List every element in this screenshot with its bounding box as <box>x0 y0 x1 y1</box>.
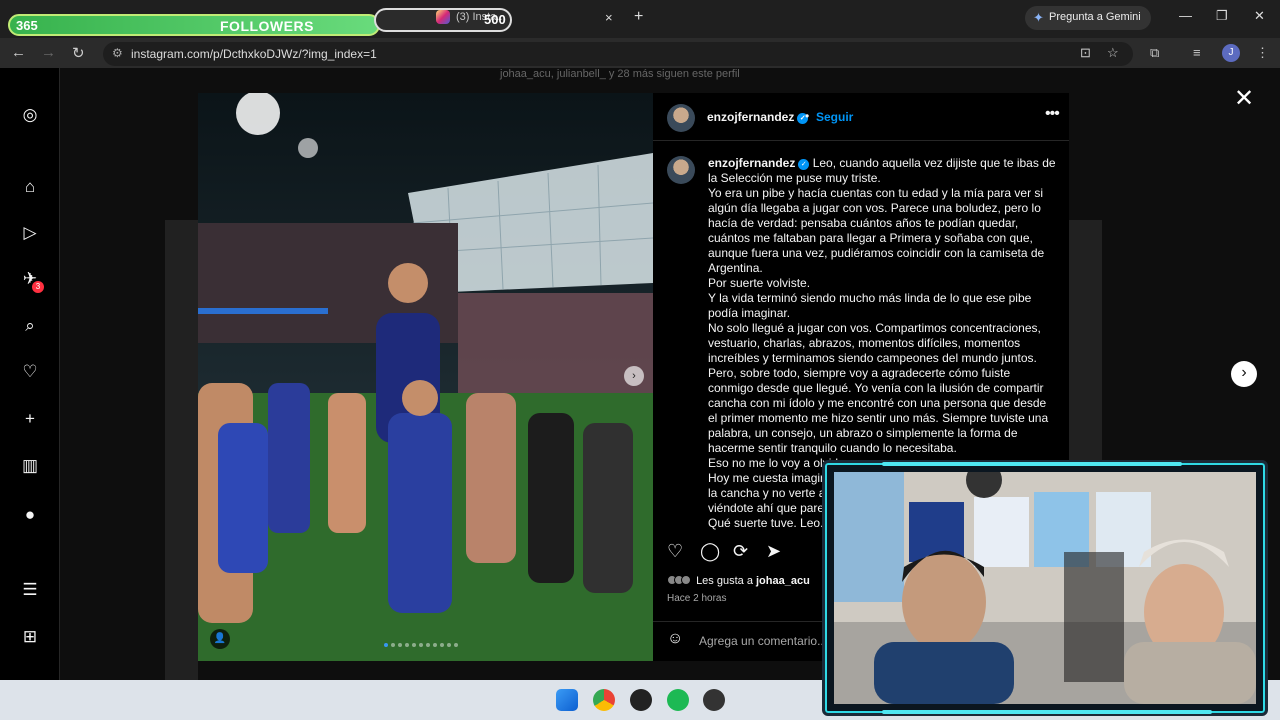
gemini-button[interactable]: ✦ Pregunta a Gemini <box>1025 6 1151 30</box>
tagged-users-icon[interactable]: 👤 <box>210 629 230 649</box>
obs-taskbar-icon[interactable] <box>630 689 652 711</box>
post-header: enzojfernandez ✓ • Seguir ••• <box>653 93 1069 141</box>
followers-count: 365 <box>16 18 38 33</box>
post-timestamp: Hace 2 horas <box>667 593 727 604</box>
reload-icon[interactable]: ↻ <box>72 44 85 62</box>
messages-badge: 3 <box>32 281 44 293</box>
likes-prefix: Les gusta a <box>696 575 756 587</box>
url-text: instagram.com/p/DcthxkoDJWz/?img_index=1 <box>131 47 377 61</box>
repost-icon[interactable]: ⟳ <box>733 541 748 562</box>
caption-avatar[interactable] <box>667 156 695 184</box>
bookmark-star-icon[interactable]: ☆ <box>1107 45 1119 61</box>
carousel-dots <box>384 643 458 649</box>
address-bar-row: ← → ↻ ⚙ instagram.com/p/DcthxkoDJWz/?img… <box>0 38 1280 68</box>
carousel-dot <box>454 643 458 647</box>
chrome-taskbar-icon[interactable] <box>593 689 615 711</box>
webcam-video <box>834 472 1256 704</box>
browser-menu-icon[interactable]: ⋮ <box>1256 45 1269 61</box>
instagram-logo-icon[interactable]: ◎ <box>19 104 41 126</box>
browser-tab-bar: 365 FOLLOWERS × (3) Insta... × 500 + ✦ P… <box>0 0 1280 38</box>
carousel-dot <box>412 643 416 647</box>
separator-dot: • <box>805 109 810 123</box>
share-icon[interactable]: ➤ <box>766 541 781 562</box>
verified-badge-icon: ✓ <box>798 159 810 170</box>
carousel-dot <box>384 643 388 647</box>
followers-hint: johaa_acu, julianbell_ y 28 más siguen e… <box>500 68 740 80</box>
author-username-text: enzojfernandez <box>707 110 795 124</box>
extensions-icon[interactable]: ⧉ <box>1150 45 1159 61</box>
site-settings-icon[interactable]: ⚙ <box>112 46 123 60</box>
author-username[interactable]: enzojfernandez ✓ <box>707 110 809 124</box>
maximize-icon[interactable]: ❐ <box>1216 8 1228 24</box>
streamers-video-frame <box>834 472 1256 704</box>
webcam-overlay <box>822 460 1268 716</box>
more-menu-icon[interactable]: ☰ <box>19 579 41 601</box>
gemini-label: Pregunta a Gemini <box>1049 11 1141 23</box>
followers-label: FOLLOWERS <box>220 18 314 34</box>
frame-accent <box>882 462 1182 466</box>
author-avatar[interactable] <box>667 104 695 132</box>
instagram-favicon-icon <box>436 10 450 24</box>
carousel-dot <box>391 643 395 647</box>
stadium-celebration-image <box>198 93 653 661</box>
windows-start-icon[interactable] <box>556 689 578 711</box>
close-post-icon[interactable]: ✕ <box>1234 84 1254 113</box>
media-controls-icon[interactable]: ≡ <box>1193 45 1201 60</box>
tab-instagram[interactable]: (3) Insta... × <box>426 6 626 32</box>
more-options-icon[interactable]: ••• <box>1045 105 1060 123</box>
next-post-button[interactable]: › <box>1231 361 1257 387</box>
dashboard-icon[interactable]: ▥ <box>19 455 41 477</box>
minimize-icon[interactable]: — <box>1179 8 1192 23</box>
meta-apps-icon[interactable]: ⊞ <box>19 626 41 648</box>
carousel-dot <box>419 643 423 647</box>
likes-user[interactable]: johaa_acu <box>756 575 810 587</box>
previous-post-preview[interactable] <box>165 220 198 680</box>
reels-icon[interactable]: ▷ <box>19 222 41 244</box>
search-icon[interactable]: ⌕ <box>19 315 41 337</box>
profile-icon[interactable]: ● <box>19 504 41 526</box>
liker-avatar <box>681 575 691 585</box>
post-photo[interactable] <box>198 93 653 661</box>
close-tab-icon[interactable]: × <box>605 10 613 25</box>
likes-summary[interactable]: Les gusta a johaa_acu <box>667 575 810 587</box>
carousel-dot <box>426 643 430 647</box>
new-tab-button[interactable]: + <box>634 8 643 26</box>
spotify-taskbar-icon[interactable] <box>667 689 689 711</box>
media-player-taskbar-icon[interactable] <box>703 689 725 711</box>
frame-accent <box>882 710 1212 714</box>
url-field[interactable]: ⚙ instagram.com/p/DcthxkoDJWz/?img_index… <box>103 42 1133 66</box>
instagram-sidebar: ◎ ⌂ ▷ ✈ ⌕ ♡ + ▥ ● ☰ ⊞ <box>0 68 60 680</box>
followers-goal-bar: 365 FOLLOWERS <box>8 14 380 36</box>
like-heart-icon[interactable]: ♡ <box>667 541 683 562</box>
carousel-dot <box>398 643 402 647</box>
gemini-sparkle-icon: ✦ <box>1033 10 1044 25</box>
followers-goal-value: 500 <box>484 12 506 27</box>
carousel-dot <box>440 643 444 647</box>
carousel-dot <box>405 643 409 647</box>
install-app-icon[interactable]: ⊡ <box>1080 45 1091 61</box>
comment-icon[interactable]: ◯ <box>700 541 720 562</box>
caption-username[interactable]: enzojfernandez <box>708 156 795 170</box>
back-arrow-icon[interactable]: ← <box>11 44 26 61</box>
follow-button[interactable]: Seguir <box>816 110 853 124</box>
close-window-icon[interactable]: ✕ <box>1254 8 1265 24</box>
profile-avatar[interactable]: J <box>1222 44 1240 62</box>
carousel-dot <box>433 643 437 647</box>
emoji-icon[interactable]: ☺ <box>667 630 683 648</box>
photo-next-icon[interactable]: › <box>624 366 644 386</box>
carousel-dot <box>447 643 451 647</box>
home-icon[interactable]: ⌂ <box>19 176 41 198</box>
comment-input[interactable]: Agrega un comentario... <box>699 634 827 648</box>
notifications-heart-icon[interactable]: ♡ <box>19 361 41 383</box>
create-icon[interactable]: + <box>19 408 41 430</box>
forward-arrow-icon[interactable]: → <box>41 44 56 61</box>
tab-followers-overlay[interactable]: 365 FOLLOWERS × <box>4 6 424 36</box>
